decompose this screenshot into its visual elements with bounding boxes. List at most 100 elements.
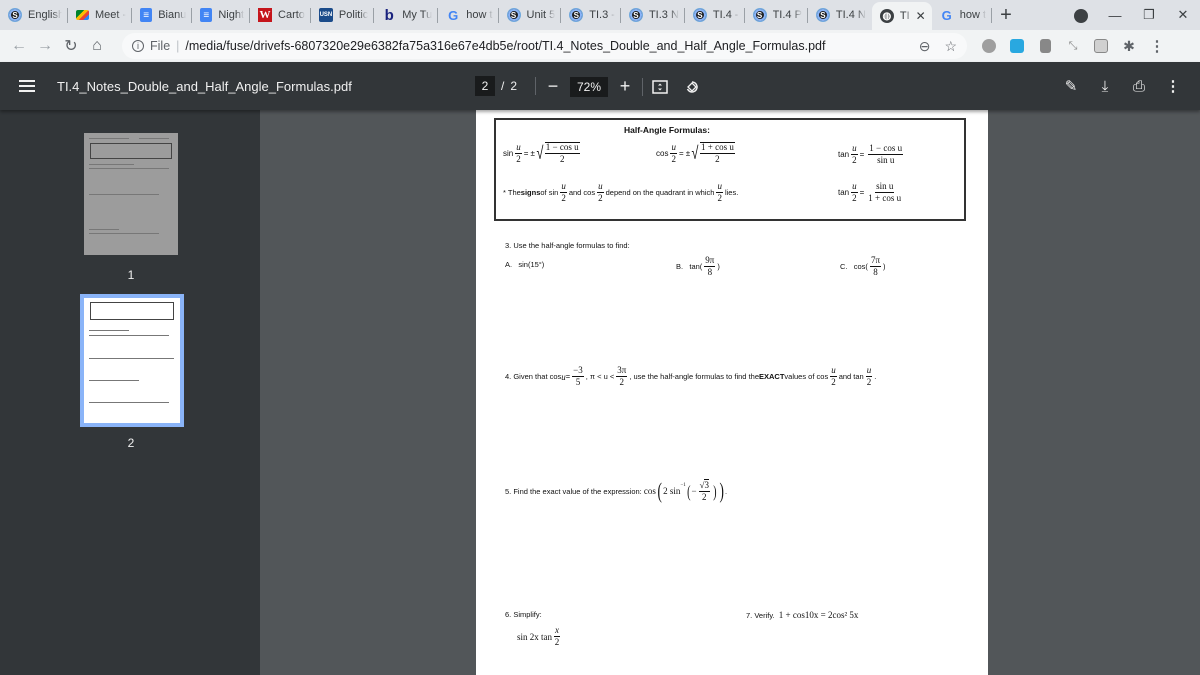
more-options-icon[interactable]: ⋮ xyxy=(1156,77,1190,95)
question-3c: C. cos( 7π 8 ) xyxy=(840,256,885,277)
home-button[interactable]: ⌂ xyxy=(84,37,110,55)
page-thumbnail-1[interactable] xyxy=(84,133,178,255)
restore-button[interactable]: ❐ xyxy=(1132,7,1166,23)
thumb-text-line xyxy=(89,168,169,169)
frac-num: u xyxy=(716,181,723,193)
note-text: lies. xyxy=(724,188,739,197)
half-angle-formula-box: Half-Angle Formulas: sin u2 = ± √ 1 − cos… xyxy=(494,118,966,221)
address-bar[interactable]: i File | /media/fuse/drivefs-6807320e29e… xyxy=(122,33,967,59)
back-button[interactable]: ← xyxy=(6,37,32,55)
tan-half-angle-formula-2: tan u2 = sin u1 + cos u xyxy=(838,182,903,203)
url-scheme: File xyxy=(150,39,171,53)
cos-half-angle-formula: cos u2 = ± √ 1 + cos u2 xyxy=(656,141,735,164)
extension-icon-4[interactable]: ⤡ xyxy=(1059,40,1087,53)
thumb-text-line xyxy=(89,229,119,230)
browser-tab[interactable]: S TI.3 N xyxy=(621,0,685,30)
annotate-pencil-icon[interactable]: ✎ xyxy=(1054,77,1088,95)
browser-tab[interactable]: ≡ Bianu xyxy=(132,0,193,30)
fit-to-page-button[interactable] xyxy=(643,79,677,94)
thumb-text-line xyxy=(89,164,134,165)
question-3a: A. sin(15°) xyxy=(505,260,544,269)
browser-tab[interactable]: S TI.4 P xyxy=(745,0,808,30)
frac-den: 2 xyxy=(516,153,521,164)
browser-tab[interactable]: Ghow t xyxy=(438,0,499,30)
reload-button[interactable]: ↻ xyxy=(58,36,84,56)
tan-half-angle-formula-1: tan u2 = 1 − cos u sin u xyxy=(838,144,905,165)
new-tab-button[interactable]: + xyxy=(992,0,1020,30)
frac-den: 2 xyxy=(559,154,565,164)
frac-num: u xyxy=(560,181,567,193)
thumb-text-line xyxy=(89,358,174,359)
question-4: 4. Given that cos u = −3 5 , π < u < 3π 2 … xyxy=(505,366,876,387)
thumb-text-line xyxy=(139,138,169,139)
tab-title: TI.4 P xyxy=(772,9,802,21)
zoom-icon[interactable]: ⊖ xyxy=(919,38,931,55)
url-text[interactable]: /media/fuse/drivefs-6807320e29e6382fa75a… xyxy=(185,39,904,53)
thumb-text-line xyxy=(89,335,169,336)
extension-icon-2[interactable] xyxy=(1003,39,1031,53)
current-page-input[interactable]: 2 xyxy=(475,76,495,96)
browser-tab[interactable]: S TI.4 N xyxy=(808,0,872,30)
zoom-in-button[interactable]: + xyxy=(608,76,642,97)
browser-tab-active[interactable]: ◍ TI ✕ xyxy=(871,2,932,30)
close-paren: ) xyxy=(882,262,886,271)
w-logo-icon: W xyxy=(258,8,273,22)
browser-tab[interactable]: USN Politic xyxy=(311,0,375,30)
close-tab-icon[interactable]: ✕ xyxy=(916,9,926,23)
google-icon: G xyxy=(941,7,952,23)
browser-tab[interactable]: Meet - xyxy=(68,0,133,30)
part-label: C. xyxy=(840,262,848,271)
minus-sign: − xyxy=(691,486,697,496)
q5-inner: 2 sin xyxy=(663,486,681,496)
download-icon[interactable]: ⤓ xyxy=(1088,78,1122,95)
forward-button[interactable]: → xyxy=(32,37,58,55)
thumbnail-label-2: 2 xyxy=(127,436,135,450)
frac-den: 8 xyxy=(707,267,713,277)
browser-tab[interactable]: ≡ Night xyxy=(192,0,250,30)
pdf-actions: ✎ ⤓ ⎙ ⋮ xyxy=(1054,77,1190,96)
url-separator: | xyxy=(176,39,180,53)
rotate-button[interactable] xyxy=(677,79,707,95)
info-icon[interactable]: i xyxy=(132,40,144,52)
tab-title: TI.3 - xyxy=(589,9,615,21)
fn-label: sin xyxy=(503,148,514,158)
browser-tab[interactable]: Ghow t xyxy=(932,0,992,30)
page-thumbnail-2[interactable] xyxy=(80,294,184,427)
q5-text: . xyxy=(724,486,728,496)
zoom-out-button[interactable]: − xyxy=(536,76,570,97)
browser-tab[interactable]: b My Tu xyxy=(374,0,439,30)
browser-tab[interactable]: S TI.3 - xyxy=(561,0,621,30)
extension-icon-3[interactable] xyxy=(1031,39,1059,53)
browser-tab[interactable]: S English xyxy=(0,0,68,30)
browser-tab[interactable]: W Carto xyxy=(250,0,311,30)
close-window-button[interactable]: ✕ xyxy=(1166,7,1200,23)
minimize-button[interactable]: — xyxy=(1098,8,1132,23)
extensions-puzzle-icon[interactable]: ✱ xyxy=(1115,38,1143,55)
thumbnail-sidebar: 1 2 xyxy=(0,110,260,675)
formula-box-title: Half-Angle Formulas: xyxy=(624,125,710,135)
q4-text: values of cos xyxy=(784,372,829,381)
frac-den: sin u xyxy=(877,155,895,165)
close-paren: ) xyxy=(713,481,717,501)
bookmark-star-icon[interactable]: ☆ xyxy=(944,38,957,55)
rotate-icon xyxy=(686,80,698,93)
frac-num: u xyxy=(830,365,837,377)
q4-text: , π < u < xyxy=(585,372,615,381)
frac-den: 2 xyxy=(619,377,625,387)
menu-icon[interactable] xyxy=(19,80,35,92)
tab-title: TI.4 N xyxy=(835,9,866,21)
browser-tab[interactable]: S Unit 5 xyxy=(499,0,562,30)
frac-den: 2 xyxy=(852,155,857,165)
profile-icon[interactable] xyxy=(1064,7,1098,24)
note-text: depend on the quadrant in which xyxy=(605,188,715,197)
extension-icon-1[interactable] xyxy=(975,39,1003,53)
extension-icon-5[interactable] xyxy=(1087,39,1115,53)
zoom-level-input[interactable]: 72% xyxy=(570,76,608,97)
print-icon[interactable]: ⎙ xyxy=(1122,78,1156,95)
tab-title: Unit 5 xyxy=(526,9,556,21)
browser-toolbar: ← → ↻ ⌂ i File | /media/fuse/drivefs-680… xyxy=(0,30,1200,62)
page-slash: / xyxy=(501,79,505,93)
browser-tab[interactable]: S TI.4 - xyxy=(685,0,745,30)
frac-den: 2 xyxy=(554,637,560,647)
browser-menu-icon[interactable]: ⋮ xyxy=(1143,37,1171,55)
